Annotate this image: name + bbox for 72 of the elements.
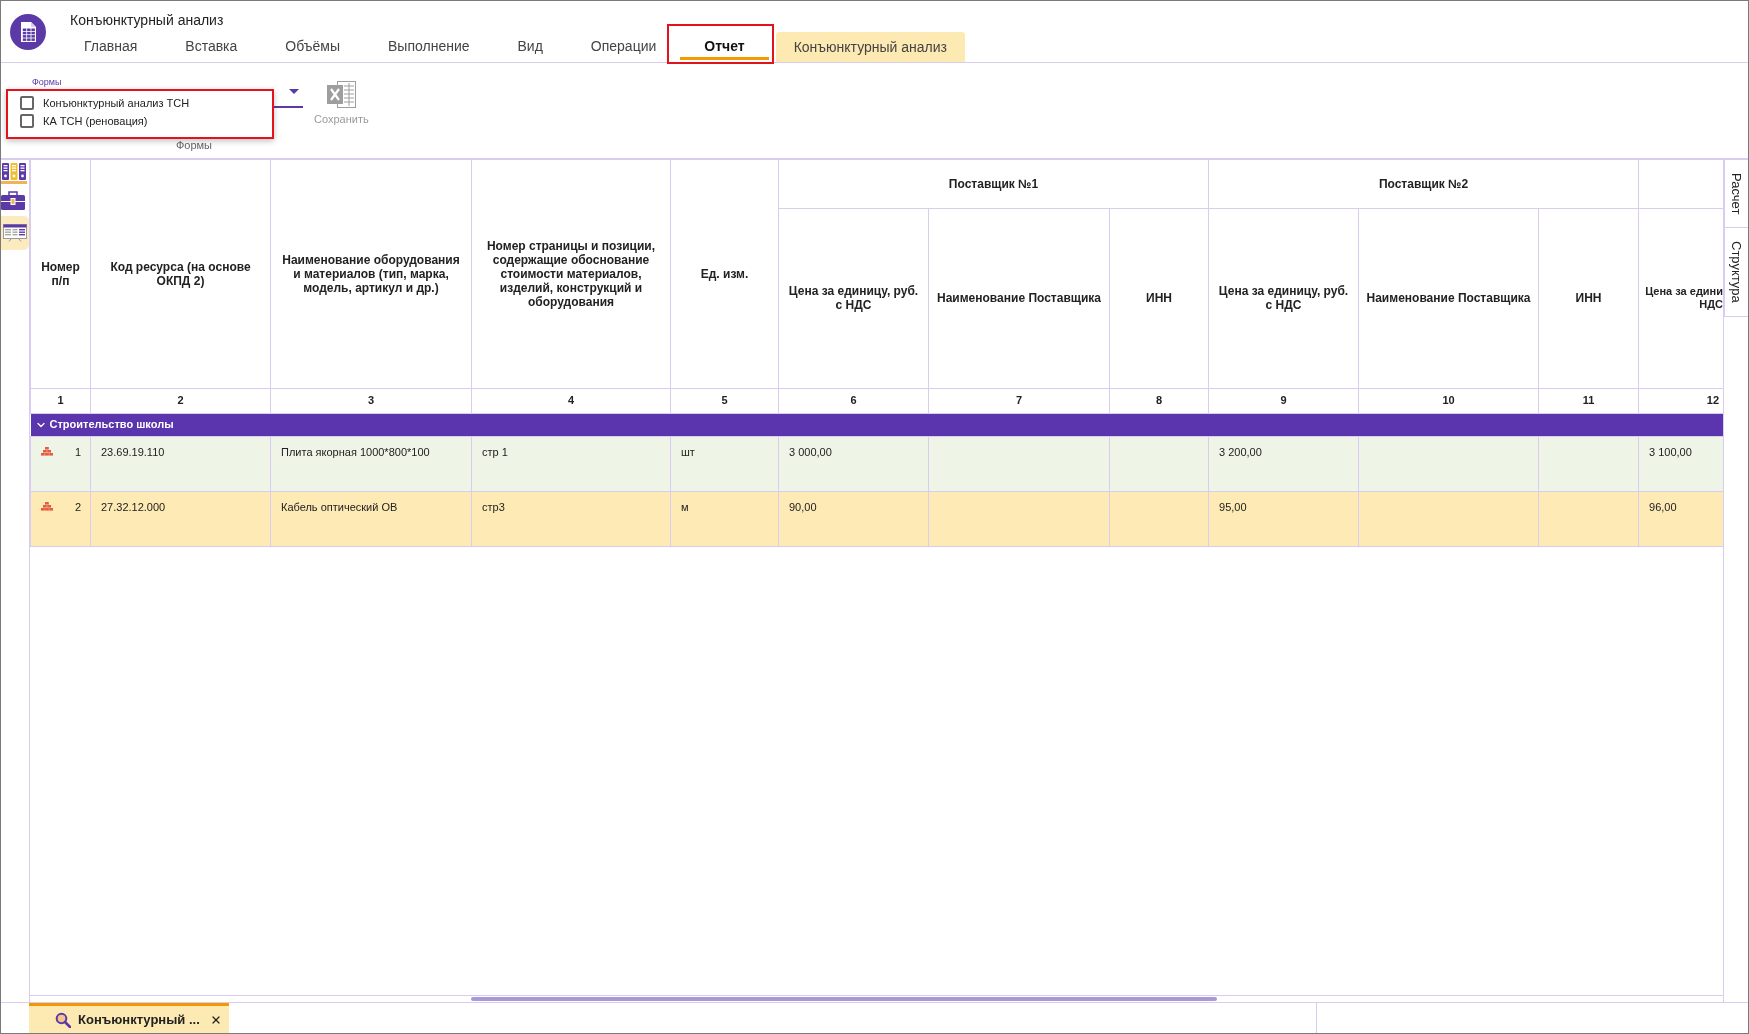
column-group-header: Поставщик №2 xyxy=(1208,160,1639,208)
group-title: Строительство школы xyxy=(49,417,174,433)
column-header: Номер страницы и позиции, содержащие обоснование стоимости материалов, изделий, конструкций и оборудования xyxy=(471,160,671,388)
dropdown-option[interactable]: КА ТСН (реновация) xyxy=(20,112,148,130)
spreadsheet-icon xyxy=(325,80,357,109)
search-icon xyxy=(55,1011,71,1028)
row-number: 1 xyxy=(74,444,81,460)
toolbar-button[interactable] xyxy=(1,216,29,250)
toolbar-button[interactable] xyxy=(1,190,25,210)
column-number: 2 xyxy=(90,388,271,413)
table-cell: Кабель оптический ОВ xyxy=(270,491,472,546)
column-header: ИНН xyxy=(1538,208,1639,388)
group-row[interactable]: Строительство школы xyxy=(30,413,1723,436)
ribbon-tab[interactable]: Конъюнктурный анализ xyxy=(775,32,966,62)
column-header: Цена за единицу, руб. с НДС xyxy=(778,208,929,388)
app-logo-icon xyxy=(10,13,46,50)
checkbox[interactable] xyxy=(20,114,34,128)
field-label: Формы xyxy=(31,76,62,88)
table-cell: 95,00 xyxy=(1208,491,1359,546)
ribbon-tab[interactable]: Вставка xyxy=(161,30,262,62)
table-cell: 90,00 xyxy=(778,491,929,546)
table-cell: 27.32.12.000 xyxy=(90,491,271,546)
column-number: 4 xyxy=(471,388,671,413)
table-cell: 3 200,00 xyxy=(1208,436,1359,491)
table-cell: 23.69.19.110 xyxy=(90,436,271,491)
ribbon-tab[interactable]: Объёмы xyxy=(261,30,364,62)
ribbon-tab[interactable]: Выполнение xyxy=(364,30,494,62)
column-number: 1 xyxy=(30,388,91,413)
column-header: Ед. изм. xyxy=(670,160,779,388)
column-header: ИНН xyxy=(1109,208,1209,388)
bricks-icon xyxy=(41,447,53,457)
document-tab[interactable]: Конъюнктурный ... xyxy=(29,1003,229,1033)
table-cell: 3 000,00 xyxy=(778,436,929,491)
bricks-icon xyxy=(41,502,53,512)
ribbon-tab[interactable]: Вид xyxy=(493,30,567,62)
column-header: Код ресурса (на основе ОКПД 2) xyxy=(90,160,271,388)
table-row[interactable]: 1 23.69.19.110 Плита якорная 1000*800*100 стр 1 шт 3 000,00 3 200,00 3 100,00 xyxy=(30,436,1723,491)
column-header: Наименование Поставщика xyxy=(1358,208,1539,388)
column-number: 6 xyxy=(778,388,929,413)
table-cell: Плита якорная 1000*800*100 xyxy=(270,436,472,491)
column-number: 3 xyxy=(270,388,472,413)
side-tab[interactable]: Структура xyxy=(1724,228,1748,318)
ribbon-tab[interactable]: Отчет xyxy=(680,30,769,62)
column-header: Номер п/п xyxy=(30,160,91,388)
column-number: 7 xyxy=(928,388,1110,413)
ribbon-tab[interactable]: Операции xyxy=(566,30,681,62)
ribbon-tab[interactable]: Главная xyxy=(60,30,162,62)
column-number: 11 xyxy=(1538,388,1639,413)
dropdown-option[interactable]: Конъюнктурный анализ ТСН xyxy=(20,94,190,112)
table-cell: стр 1 xyxy=(471,436,671,491)
column-number: 5 xyxy=(670,388,779,413)
column-header: Цена за единицу, руб. с НДС xyxy=(1208,208,1359,388)
ribbon-group-label: Формы xyxy=(175,138,213,152)
column-header: Наименование Поставщика xyxy=(928,208,1110,388)
table-row[interactable]: 2 27.32.12.000 Кабель оптический ОВ стр3 м 90,00 95,00 96,00 xyxy=(30,491,1723,546)
column-number: 10 xyxy=(1358,388,1539,413)
column-number: 8 xyxy=(1109,388,1209,413)
toolbar-button[interactable] xyxy=(1,162,27,184)
window-title: Конъюнктурный анализ xyxy=(69,11,224,29)
column-group-header: Поставщик №1 xyxy=(778,160,1209,208)
checkbox[interactable] xyxy=(20,96,34,110)
row-number: 2 xyxy=(74,499,81,515)
table-icon xyxy=(3,224,27,242)
column-number: 9 xyxy=(1208,388,1359,413)
horizontal-scrollbar[interactable] xyxy=(471,997,1217,1001)
table-cell: шт xyxy=(670,436,779,491)
caret-icon xyxy=(289,89,299,94)
table-cell: стр3 xyxy=(471,491,671,546)
table-cell: 3 100,00 xyxy=(1638,436,1723,491)
table-cell: м xyxy=(670,491,779,546)
side-tab[interactable]: Расчет xyxy=(1724,160,1748,229)
column-header: Наименование оборудования и материалов (тип, марка, модель, артикул и др.) xyxy=(270,160,472,388)
